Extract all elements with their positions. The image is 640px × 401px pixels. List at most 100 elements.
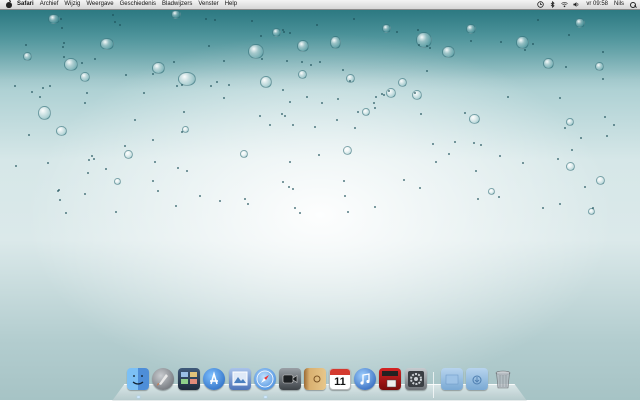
volume-icon[interactable] [573, 1, 580, 8]
raindrop-speck [63, 56, 65, 58]
raindrop-speck [65, 212, 67, 214]
raindrop-speck [426, 70, 428, 72]
raindrop-speck [342, 69, 344, 71]
raindrop-speck [186, 170, 188, 172]
raindrop-speck [112, 14, 114, 16]
photo-booth-icon[interactable] [379, 368, 401, 390]
raindrop-speck [414, 92, 416, 94]
raindrop-speck [247, 203, 249, 205]
raindrop-speck [336, 119, 338, 121]
timemachine-icon[interactable] [537, 1, 545, 8]
folder-icon[interactable] [441, 368, 463, 390]
address-book-icon[interactable] [304, 368, 326, 390]
raindrop-speck [306, 96, 308, 98]
app-store-icon[interactable] [203, 368, 225, 390]
raindrop-speck [283, 31, 285, 33]
raindrop-speck [39, 96, 41, 98]
raindrop-decoration [171, 10, 181, 19]
raindrop-decoration [23, 52, 32, 61]
raindrop-speck [157, 190, 159, 192]
raindrop-speck [454, 141, 456, 143]
raindrop-speck [375, 96, 377, 98]
wifi-icon[interactable] [561, 1, 569, 8]
raindrop-decoration [488, 188, 495, 195]
raindrop-decoration [575, 18, 585, 28]
raindrop-speck [175, 205, 177, 207]
raindrop-speck [301, 61, 303, 63]
raindrop-decoration [466, 24, 476, 34]
facetime-icon[interactable] [279, 368, 301, 390]
raindrop-speck [426, 45, 428, 47]
raindrop-speck [559, 203, 561, 205]
raindrop-speck [374, 206, 376, 208]
raindrop-speck [500, 41, 502, 43]
raindrop-speck [403, 179, 405, 181]
menu-clock[interactable]: vr 09:58 [586, 0, 608, 9]
menu-bar: Safari Archief Wijzig Weergave Geschiede… [0, 0, 640, 10]
raindrop-speck [31, 91, 33, 93]
menu-venster[interactable]: Venster [198, 0, 218, 9]
system-preferences-icon[interactable] [405, 368, 427, 390]
raindrop-speck [94, 58, 96, 60]
raindrop-decoration [588, 208, 595, 215]
raindrop-speck [119, 24, 121, 26]
bluetooth-icon[interactable] [549, 1, 556, 8]
raindrop-speck [294, 207, 296, 209]
raindrop-speck [532, 43, 534, 45]
mission-control-icon[interactable] [178, 368, 200, 390]
raindrop-speck [62, 46, 64, 48]
spotlight-icon[interactable] [630, 1, 636, 8]
raindrop-speck [154, 161, 156, 163]
menu-archief[interactable]: Archief [40, 0, 59, 9]
menu-app-name[interactable]: Safari [17, 0, 34, 9]
finder-icon[interactable] [127, 368, 149, 390]
raindrop-speck [314, 126, 316, 128]
raindrop-speck [319, 61, 321, 63]
raindrop-decoration [100, 38, 114, 50]
raindrop-speck [592, 207, 594, 209]
raindrop-decoration [48, 14, 60, 24]
raindrop-speck [373, 102, 375, 104]
raindrop-speck [88, 159, 90, 161]
calendar-icon[interactable]: 11 [329, 368, 351, 390]
menu-help[interactable]: Help [225, 0, 237, 9]
raindrop-speck [105, 168, 107, 170]
raindrop-speck [289, 161, 291, 163]
menu-bladwijzers[interactable]: Bladwijzers [162, 0, 192, 9]
raindrop-speck [357, 111, 359, 113]
trash-icon[interactable] [492, 368, 514, 390]
raindrop-speck [181, 131, 183, 133]
raindrop-decoration [442, 46, 455, 58]
raindrop-speck [152, 73, 154, 75]
raindrop-speck [604, 116, 606, 118]
raindrop-speck [477, 198, 479, 200]
raindrop-decoration [469, 114, 480, 124]
menu-wijzig[interactable]: Wijzig [64, 0, 80, 9]
menu-geschiedenis[interactable]: Geschiedenis [120, 0, 156, 9]
itunes-icon[interactable] [354, 368, 376, 390]
raindrop-speck [59, 199, 61, 201]
downloads-folder-icon[interactable] [466, 368, 488, 390]
raindrop-speck [542, 207, 544, 209]
raindrop-speck [353, 18, 355, 20]
raindrop-speck [507, 96, 509, 98]
raindrop-speck [435, 161, 437, 163]
raindrop-speck [205, 18, 207, 20]
raindrop-decoration [114, 178, 121, 185]
menu-user[interactable]: Nils [614, 0, 624, 9]
raindrop-speck [219, 200, 221, 202]
raindrop-speck [613, 124, 615, 126]
raindrop-speck [47, 162, 49, 164]
raindrop-speck [259, 115, 261, 117]
launchpad-icon[interactable] [152, 368, 174, 390]
raindrop-speck [152, 180, 154, 182]
apple-icon[interactable] [6, 0, 12, 8]
raindrop-speck [559, 97, 561, 99]
preview-icon[interactable] [229, 368, 251, 390]
raindrop-speck [448, 153, 450, 155]
raindrop-speck [57, 190, 59, 192]
menu-weergave[interactable]: Weergave [86, 0, 113, 9]
raindrop-speck [429, 47, 431, 49]
safari-icon[interactable] [254, 368, 276, 390]
desktop-wallpaper [0, 0, 640, 400]
